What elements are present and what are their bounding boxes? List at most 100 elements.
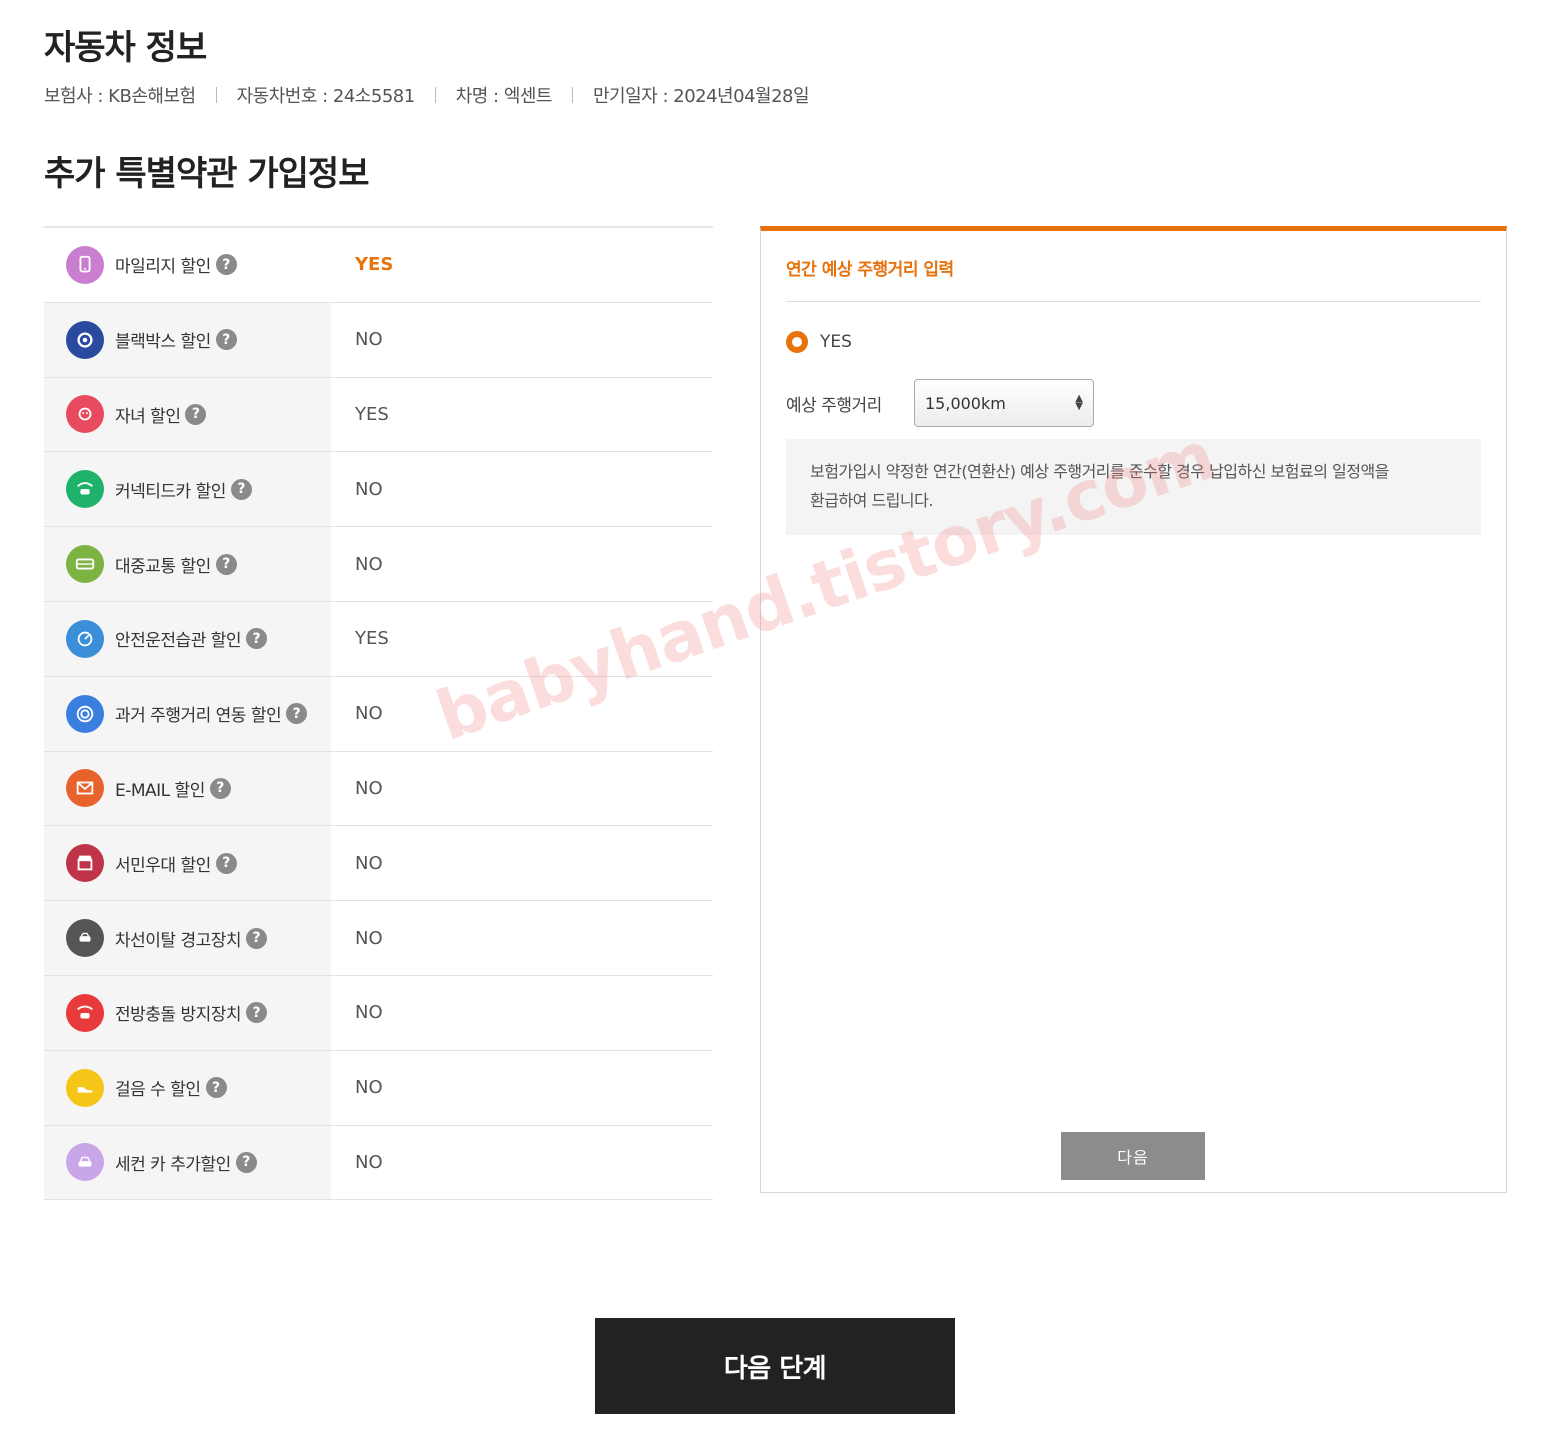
discount-table: 마일리지 할인? YES 블랙박스 할인? NO 자녀 할인? YES 커넥티드카 할인? N… [44,226,713,1201]
discount-name-cell: 안전운전습관 할인? [44,601,331,676]
discount-value: NO [331,901,713,975]
discount-name-cell: E-MAIL 할인? [44,751,331,826]
discount-row: 걸음 수 할인? NO [44,1050,713,1126]
page-title: 자동차 정보 [44,28,207,68]
discount-name-cell: 서민우대 할인? [44,826,331,901]
discount-name-cell: 커넥티드카 할인? [44,452,331,527]
discount-row: 대중교통 할인? NO [44,527,713,602]
discount-label: 과거 주행거리 연동 할인 [115,706,282,727]
discount-row: 서민우대 할인? NO [44,826,713,902]
discount-value: YES [331,601,713,676]
discount-value: NO [331,676,713,751]
discount-value: NO [331,452,713,527]
discount-value: YES [331,228,713,302]
target-icon [66,694,104,733]
mileage-input-panel: 연간 예상 주행거리 입력 YES 예상 주행거리 15,000km ▲ ▼ 보험… [760,226,1507,1193]
discount-name-cell: 차선이탈 경고장치? [44,901,331,975]
panel-next-button[interactable]: 다음 [1061,1132,1205,1180]
discount-label: 커넥티드카 할인 [115,481,226,502]
discount-row: 차선이탈 경고장치? NO [44,901,713,976]
distance-select-value: 15,000km [925,393,1006,413]
child-face-icon [66,395,104,434]
discount-label: 자녀 할인 [115,406,181,427]
yes-radio-label: YES [820,332,852,352]
email-icon [66,769,104,808]
divider [572,87,573,103]
yes-radio[interactable] [786,331,808,353]
speedometer-icon [66,619,104,658]
discount-value: NO [331,527,713,601]
help-icon[interactable]: ? [246,1002,268,1024]
discount-name-cell: 마일리지 할인? [44,228,331,302]
discount-value: NO [331,1125,713,1200]
discount-label: 걸음 수 할인 [115,1080,201,1101]
notice-line: 환급하여 드립니다. [810,491,933,510]
discount-row: 블랙박스 할인? NO [44,302,713,378]
discount-row: 세컨 카 추가할인? NO [44,1125,713,1201]
help-icon[interactable]: ? [205,1077,227,1099]
car-name-text: 차명 : 엑센트 [455,86,553,107]
insurer-text: 보험사 : KB손해보험 [44,86,196,107]
divider [434,87,436,103]
divider [215,87,217,103]
panel-divider [786,301,1481,302]
section-title: 추가 특별약관 가입정보 [44,154,369,194]
notice-box: 보험가입시 약정한 연간(연환산) 예상 주행거리를 준수할 경우 납입하신 보… [786,439,1481,535]
discount-name-cell: 전방충돌 방지장치? [44,975,331,1050]
help-icon[interactable]: ? [215,254,237,276]
help-icon[interactable]: ? [209,777,231,799]
discount-value: NO [331,826,713,901]
help-icon[interactable]: ? [215,553,237,575]
collision-car-icon [66,993,104,1032]
car-number-text: 자동차번호 : 24소5581 [236,86,416,107]
discount-value: NO [331,751,713,826]
lane-car-icon [66,919,104,958]
discount-name-cell: 과거 주행거리 연동 할인? [44,676,331,751]
discount-row: 자녀 할인? YES [44,377,713,453]
help-icon[interactable]: ? [235,1151,257,1173]
help-icon[interactable]: ? [185,403,207,425]
discount-name-cell: 걸음 수 할인? [44,1050,331,1125]
second-car-icon [66,1143,104,1182]
shoe-icon [66,1068,104,1107]
help-icon[interactable]: ? [286,703,308,725]
expiry-text: 만기일자 : 2024년04월28일 [593,86,810,107]
help-icon[interactable]: ? [246,628,268,650]
discount-value: NO [331,975,713,1050]
discount-name-cell: 세컨 카 추가할인? [44,1125,331,1200]
discount-row: 과거 주행거리 연동 할인? NO [44,676,713,752]
discount-label: 안전운전습관 할인 [115,631,242,652]
discount-row: 커넥티드카 할인? NO [44,452,713,528]
discount-label: 차선이탈 경고장치 [115,930,242,951]
help-icon[interactable]: ? [246,927,268,949]
discount-label: 블랙박스 할인 [115,332,211,353]
discount-name-cell: 자녀 할인? [44,377,331,452]
discount-name-cell: 블랙박스 할인? [44,302,331,377]
distance-select[interactable]: 15,000km ▲ ▼ [914,379,1094,427]
discount-label: 전방충돌 방지장치 [115,1005,242,1026]
panel-title: 연간 예상 주행거리 입력 [786,260,954,280]
discount-value: YES [331,377,713,452]
yes-radio-option[interactable]: YES [786,331,852,353]
discount-label: 서민우대 할인 [115,855,211,876]
discount-label: 세컨 카 추가할인 [115,1154,231,1175]
connected-car-icon [66,470,104,509]
discount-value: NO [331,1050,713,1125]
distance-label: 예상 주행거리 [786,395,882,416]
bus-icon [66,545,104,584]
discount-value: NO [331,302,713,377]
help-icon[interactable]: ? [215,852,237,874]
shop-icon [66,844,104,883]
select-arrows-icon: ▲ ▼ [1075,393,1083,412]
discount-label: E-MAIL 할인 [115,780,205,801]
help-icon[interactable]: ? [230,478,252,500]
discount-label: 대중교통 할인 [115,556,211,577]
next-step-button[interactable]: 다음 단계 [595,1318,955,1414]
help-icon[interactable]: ? [215,329,237,351]
distance-row: 예상 주행거리 15,000km ▲ ▼ [786,379,1094,427]
notice-line: 보험가입시 약정한 연간(연환산) 예상 주행거리를 준수할 경우 납입하신 보… [810,462,1389,481]
discount-row: 마일리지 할인? YES [44,228,713,303]
discount-row: 전방충돌 방지장치? NO [44,975,713,1051]
discount-label: 마일리지 할인 [115,257,211,278]
mileage-phone-icon [66,245,104,284]
